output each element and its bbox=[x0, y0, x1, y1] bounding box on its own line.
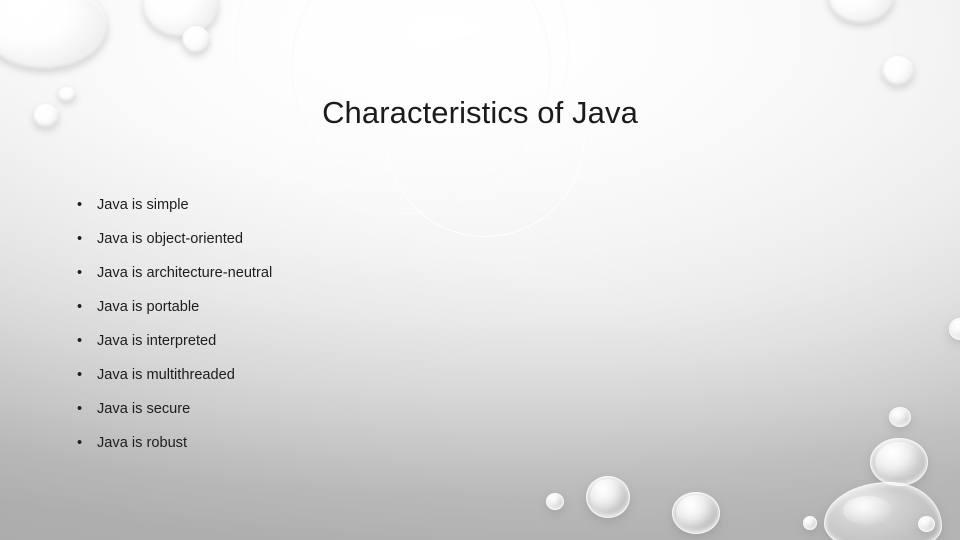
bullet-item-label: Java is interpreted bbox=[97, 333, 217, 349]
bullet-marker-icon: • bbox=[77, 299, 83, 315]
slide-title: Characteristics of Java bbox=[322, 95, 638, 130]
bullet-marker-icon: • bbox=[77, 401, 83, 417]
bullet-item-label: Java is portable bbox=[97, 299, 200, 315]
bullet-item: • Java is interpreted bbox=[70, 324, 770, 358]
bullet-item: • Java is multithreaded bbox=[70, 358, 770, 392]
slide-body-bullet-list: • Java is simple • Java is object-orient… bbox=[70, 188, 770, 460]
bullet-item: • Java is object-oriented bbox=[70, 222, 770, 256]
bullet-item-label: Java is architecture-neutral bbox=[97, 265, 273, 281]
bullet-item-label: Java is multithreaded bbox=[97, 367, 235, 383]
bullet-item-label: Java is object-oriented bbox=[97, 231, 244, 247]
bullet-marker-icon: • bbox=[77, 435, 83, 451]
bullet-item-label: Java is secure bbox=[97, 401, 191, 417]
bullet-marker-icon: • bbox=[77, 197, 83, 213]
bullet-item-label: Java is simple bbox=[97, 197, 189, 213]
bullet-item: • Java is architecture-neutral bbox=[70, 256, 770, 290]
bullet-marker-icon: • bbox=[77, 333, 83, 349]
bullet-item: • Java is simple bbox=[70, 188, 770, 222]
bullet-item-label: Java is robust bbox=[97, 435, 188, 451]
bullet-marker-icon: • bbox=[77, 367, 83, 383]
bullet-marker-icon: • bbox=[77, 265, 83, 281]
bullet-item: • Java is portable bbox=[70, 290, 770, 324]
bullet-item: • Java is robust bbox=[70, 426, 770, 460]
bullet-item: • Java is secure bbox=[70, 392, 770, 426]
presentation-slide: Characteristics of Java • Java is simple… bbox=[0, 0, 960, 540]
bullet-marker-icon: • bbox=[77, 231, 83, 247]
